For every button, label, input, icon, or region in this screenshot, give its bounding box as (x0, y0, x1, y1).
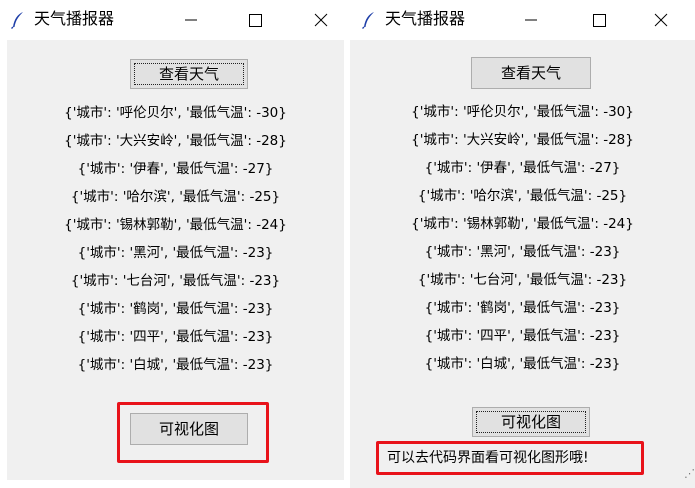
list-item: {'城市': '大兴安岭', '最低气温': -28} (64, 133, 287, 149)
list-item: {'城市': '呼伦贝尔', '最低气温': -30} (411, 104, 634, 120)
list-item: {'城市': '伊春', '最低气温': -27} (424, 160, 621, 176)
list-item: {'城市': '伊春', '最低气温': -27} (77, 161, 274, 177)
title-bar[interactable]: 天气播报器 (347, 0, 695, 40)
view-weather-button[interactable]: 查看天气 (471, 57, 591, 89)
list-item: {'城市': '黑河', '最低气温': -23} (424, 244, 621, 260)
maximize-icon[interactable] (241, 6, 269, 34)
weather-window-right: 天气播报器 查看天气 {'城市': '呼伦贝尔', '最低气温': -30} {… (347, 0, 695, 488)
list-item: {'城市': '鹤岗', '最低气温': -23} (77, 301, 274, 317)
maximize-icon[interactable] (585, 6, 613, 34)
close-icon[interactable] (647, 6, 675, 34)
list-item: {'城市': '白城', '最低气温': -23} (77, 357, 274, 373)
minimize-icon[interactable] (517, 6, 545, 34)
visualize-button[interactable]: 可视化图 (130, 413, 248, 445)
list-item: {'城市': '七台河', '最低气温': -23} (70, 273, 281, 289)
list-item: {'城市': '鹤岗', '最低气温': -23} (424, 300, 621, 316)
list-item: {'城市': '锡林郭勒', '最低气温': -24} (411, 216, 634, 232)
list-item: {'城市': '白城', '最低气温': -23} (424, 356, 621, 372)
window-title: 天气播报器 (385, 9, 466, 28)
list-item: {'城市': '哈尔滨', '最低气温': -25} (70, 189, 281, 205)
view-weather-button[interactable]: 查看天气 (130, 59, 248, 89)
feather-icon (10, 11, 26, 29)
list-item: {'城市': '四平', '最低气温': -23} (77, 329, 274, 345)
feather-icon (361, 11, 377, 29)
weather-window-left: 天气播报器 查看天气 {'城市': '呼伦贝尔', '最低气温': -30} {… (0, 0, 344, 488)
list-item: {'城市': '呼伦贝尔', '最低气温': -30} (64, 105, 287, 121)
list-item: {'城市': '大兴安岭', '最低气温': -28} (411, 132, 634, 148)
status-message: 可以去代码界面看可视化图形哦! (387, 450, 589, 466)
window-client-area: 查看天气 {'城市': '呼伦贝尔', '最低气温': -30} {'城市': … (7, 40, 344, 480)
resize-grip-icon: ⋰ (684, 467, 695, 480)
visualize-button[interactable]: 可视化图 (472, 407, 590, 437)
list-item: {'城市': '黑河', '最低气温': -23} (77, 245, 274, 261)
title-bar[interactable]: 天气播报器 (0, 0, 344, 40)
list-item: {'城市': '锡林郭勒', '最低气温': -24} (64, 217, 287, 233)
list-item: {'城市': '哈尔滨', '最低气温': -25} (417, 188, 628, 204)
list-item: {'城市': '七台河', '最低气温': -23} (417, 272, 628, 288)
close-icon[interactable] (307, 6, 335, 34)
list-item: {'城市': '四平', '最低气温': -23} (424, 328, 621, 344)
minimize-icon[interactable] (177, 6, 205, 34)
window-title: 天气播报器 (34, 9, 115, 28)
window-client-area: 查看天气 {'城市': '呼伦贝尔', '最低气温': -30} {'城市': … (350, 40, 695, 488)
